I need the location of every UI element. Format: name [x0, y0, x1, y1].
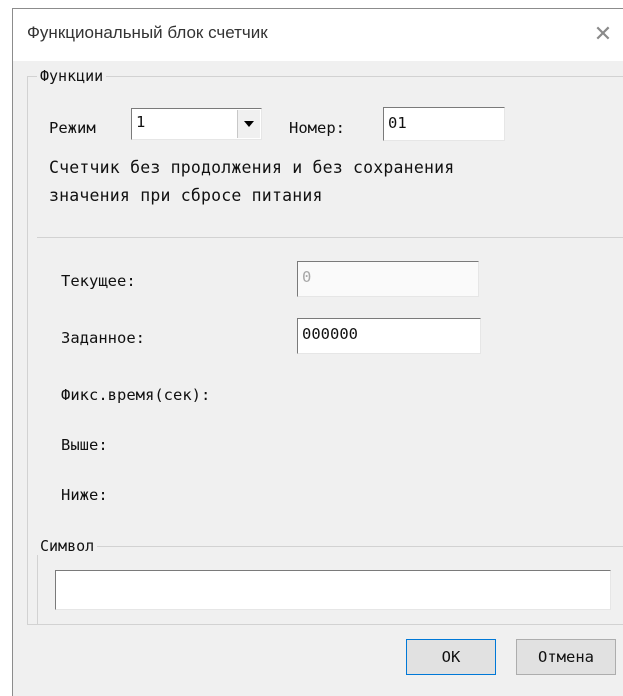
chevron-down-icon[interactable]	[237, 110, 260, 138]
mode-description: Счетчик без продолжения и без сохранения…	[49, 154, 619, 210]
symbol-field[interactable]	[55, 570, 611, 610]
mode-select[interactable]: 1	[131, 108, 262, 140]
cancel-button[interactable]: Отмена	[516, 639, 616, 675]
current-value-field: 0	[297, 261, 479, 297]
number-label: Номер:	[289, 119, 345, 137]
mode-select-value: 1	[136, 113, 146, 131]
current-label: Текущее:	[61, 272, 136, 290]
below-label: Ниже:	[61, 486, 108, 504]
fixed-time-label: Фикс.время(сек):	[61, 386, 211, 404]
title-bar: Функциональный блок счетчик ✕	[13, 9, 623, 61]
description-line-1: Счетчик без продолжения и без сохранения	[49, 158, 455, 177]
number-field[interactable]: 01	[383, 107, 505, 141]
section-divider	[37, 237, 623, 238]
functions-legend: Функции	[37, 67, 107, 85]
ok-button[interactable]: OK	[406, 639, 496, 675]
description-line-2: значения при сбросе питания	[49, 186, 323, 205]
above-label: Выше:	[61, 436, 108, 454]
setpoint-field[interactable]: 000000	[297, 318, 481, 354]
mode-label: Режим	[49, 119, 96, 137]
setpoint-label: Заданное:	[61, 329, 145, 347]
counter-function-block-dialog: Функциональный блок счетчик ✕ Функции Ре…	[12, 8, 623, 696]
symbol-legend: Символ	[37, 537, 98, 555]
window-title: Функциональный блок счетчик	[27, 23, 268, 42]
close-icon[interactable]: ✕	[583, 17, 623, 53]
